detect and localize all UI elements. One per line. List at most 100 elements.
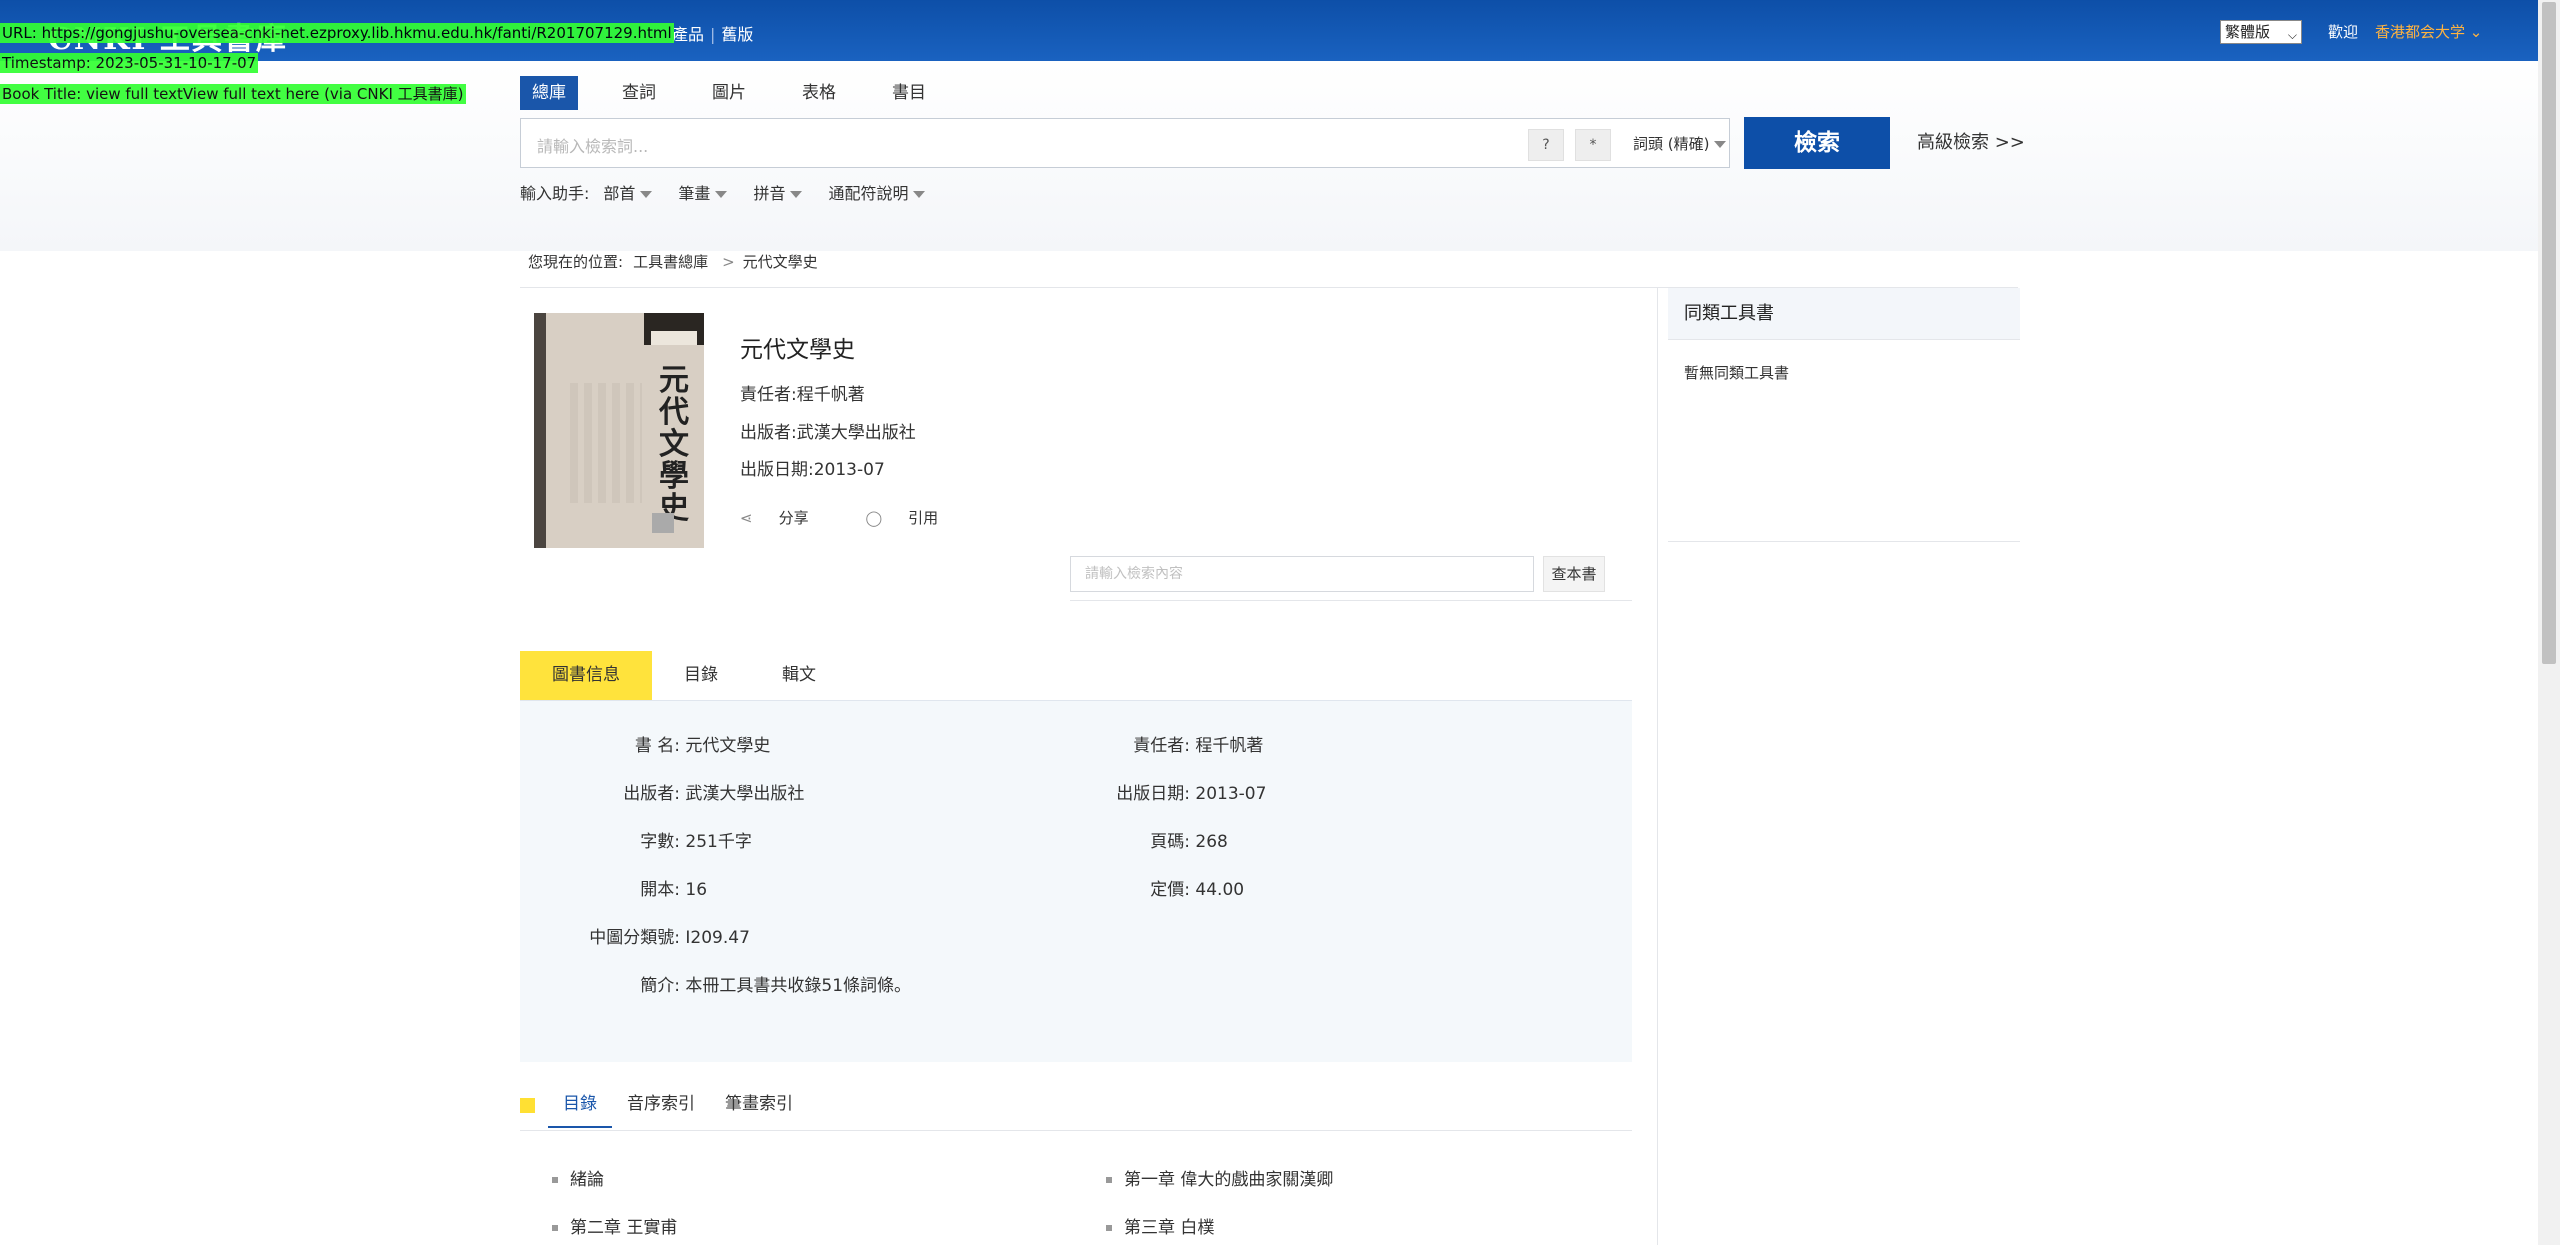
bullet-icon: [1106, 1177, 1112, 1183]
toc-item[interactable]: 第一章 偉大的戲曲家關漢卿: [1106, 1165, 1333, 1190]
chevron-right-icon: >: [722, 253, 735, 271]
tab-excerpts[interactable]: 輯文: [750, 651, 848, 700]
share-label: 分享: [778, 509, 809, 527]
share-button[interactable]: ⋖ 分享: [740, 509, 835, 527]
sidebar-divider: [1657, 288, 1658, 1245]
tab-contents[interactable]: 目錄: [652, 651, 750, 700]
helper-pinyin[interactable]: 拼音: [753, 180, 803, 204]
book-date: 出版日期:2013-07: [740, 460, 885, 480]
helper-strokes[interactable]: 筆畫: [678, 180, 728, 204]
tab-tables[interactable]: 表格: [790, 76, 848, 110]
tab-phonetic-index[interactable]: 音序索引: [612, 1090, 710, 1128]
book-title: 元代文學史: [740, 337, 855, 363]
cover-spine: [534, 313, 546, 548]
breadcrumb-root-link[interactable]: 工具書總庫: [633, 253, 708, 271]
welcome-text: 歡迎: [2328, 23, 2359, 41]
institution-name: 香港都会大学: [2375, 23, 2466, 41]
help-button[interactable]: ?: [1528, 129, 1564, 161]
detail-value: I209.47: [685, 928, 750, 948]
share-icon: ⋖: [740, 509, 753, 527]
detail-clc: 中圖分類號: I209.47: [530, 923, 750, 948]
detail-value: 16: [685, 880, 708, 900]
page-scrollbar[interactable]: [2538, 0, 2560, 1245]
bullet-icon: [552, 1225, 558, 1231]
book-info-panel: 書 名: 元代文學史 責任者: 程千帆著 出版者: 武漢大學出版社 出版日期: …: [520, 700, 1632, 1062]
language-select[interactable]: 繁體版 ⌵: [2220, 20, 2302, 44]
tab-toc[interactable]: 目錄: [548, 1090, 612, 1128]
book-author: 責任者:程千帆著: [740, 385, 865, 405]
bullet-icon: [552, 1177, 558, 1183]
divider: [1070, 600, 1632, 601]
chevron-down-icon: ⌄: [2469, 23, 2483, 41]
helper-radical-label: 部首: [603, 184, 636, 203]
detail-value: 武漢大學出版社: [685, 784, 805, 804]
tab-stroke-index[interactable]: 筆畫索引: [710, 1090, 808, 1128]
detail-publisher: 出版者: 武漢大學出版社: [530, 779, 804, 804]
toc-item[interactable]: 第二章 王實甫: [552, 1213, 677, 1238]
detail-tabs: 圖書信息 目錄 輯文: [520, 651, 848, 700]
toc-item-label: 緒論: [570, 1170, 604, 1190]
helper-radical[interactable]: 部首: [603, 180, 653, 204]
scrollbar-thumb[interactable]: [2542, 2, 2556, 664]
toc-tabs: 目錄 音序索引 筆畫索引: [548, 1090, 808, 1128]
search-placeholder: 請輸入檢索詞...: [537, 137, 649, 156]
book-cover-image: 元代文學史: [534, 313, 704, 548]
toc-item-label: 第一章 偉大的戲曲家關漢卿: [1124, 1170, 1334, 1190]
breadcrumb: 您現在的位置: 工具書總庫 > 元代文學史: [528, 251, 818, 272]
language-select-value: 繁體版: [2225, 23, 2271, 41]
detail-label: 出版日期:: [1116, 784, 1190, 804]
tab-images[interactable]: 圖片: [700, 76, 758, 110]
detail-value: 程千帆著: [1195, 736, 1264, 756]
caret-down-icon: [790, 191, 803, 198]
institution-menu[interactable]: 香港都会大学 ⌄: [2375, 21, 2482, 42]
detail-format: 開本: 16: [530, 875, 707, 900]
tab-book-info[interactable]: 圖書信息: [520, 651, 652, 700]
book-actions: ⋖ 分享 ◯ 引用: [740, 507, 990, 528]
nav-products-link[interactable]: 產品: [672, 25, 704, 44]
detail-label: 書 名:: [634, 736, 680, 756]
toc-item[interactable]: 第三章 白樸: [1106, 1213, 1214, 1238]
detail-pages: 頁碼: 268: [1020, 827, 1228, 852]
tab-all[interactable]: 總庫: [520, 76, 578, 110]
breadcrumb-current: 元代文學史: [742, 253, 818, 271]
helper-strokes-label: 筆畫: [678, 184, 711, 203]
helper-label: 輸入助手:: [520, 184, 590, 203]
sidebar-title: 同類工具書: [1668, 288, 2020, 340]
helper-wildcard[interactable]: 通配符說明: [828, 180, 926, 204]
cite-button[interactable]: ◯ 引用: [865, 509, 964, 527]
detail-label: 頁碼:: [1150, 832, 1190, 852]
search-button[interactable]: 檢索: [1744, 117, 1890, 169]
cite-label: 引用: [908, 509, 939, 527]
detail-value: 268: [1195, 832, 1228, 852]
nav-old-version-link[interactable]: 舊版: [721, 25, 753, 44]
caret-down-icon: [715, 191, 728, 198]
tab-catalog[interactable]: 書目: [880, 76, 938, 110]
detail-value: 251千字: [685, 832, 752, 852]
top-nav: 產品 | 舊版: [672, 21, 753, 45]
cover-top-label: [651, 331, 697, 345]
chevron-down-icon: ⌵: [2287, 28, 2297, 42]
advanced-search-link[interactable]: 高級檢索 >>: [1917, 128, 2025, 154]
wildcard-button[interactable]: *: [1575, 129, 1611, 161]
bullet-icon: [1106, 1225, 1112, 1231]
detail-value: 元代文學史: [685, 736, 771, 756]
match-mode-value: 詞頭 (精確): [1633, 135, 1710, 153]
detail-name: 書 名: 元代文學史: [530, 731, 771, 756]
search-input[interactable]: 請輸入檢索詞... ? * 詞頭 (精確): [520, 118, 1730, 168]
caret-down-icon: [1714, 141, 1727, 148]
detail-price: 定價: 44.00: [1020, 875, 1244, 900]
cover-publisher-seal: [652, 513, 674, 533]
search-in-book-input[interactable]: 請輸入檢索內容: [1070, 556, 1534, 592]
tab-lookup[interactable]: 查詞: [610, 76, 668, 110]
toc-item[interactable]: 緒論: [552, 1165, 604, 1190]
search-in-book-button[interactable]: 查本書: [1543, 556, 1605, 592]
caret-down-icon: [913, 191, 926, 198]
detail-label: 開本:: [640, 880, 680, 900]
comment-icon: ◯: [865, 509, 883, 527]
detail-label: 出版者:: [623, 784, 680, 804]
detail-label: 中圖分類號:: [589, 928, 680, 948]
detail-value: 本冊工具書共收錄51條詞條。: [685, 976, 912, 996]
sidebar-empty-text: 暫無同類工具書: [1684, 364, 1790, 382]
detail-label: 簡介:: [640, 976, 680, 996]
match-mode-select[interactable]: 詞頭 (精確): [1633, 133, 1727, 154]
